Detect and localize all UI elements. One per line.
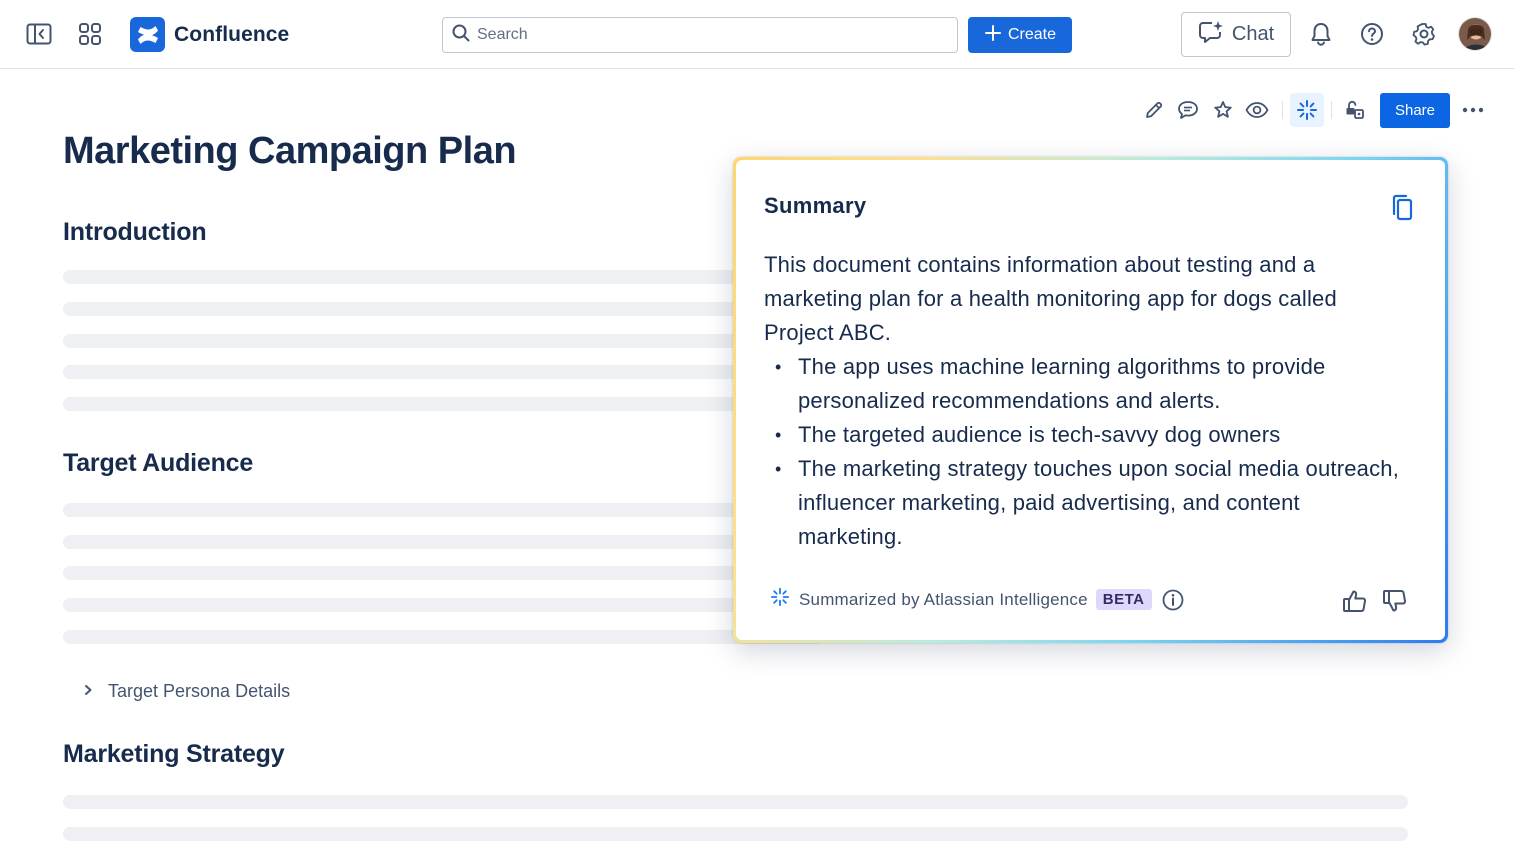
sidebar-toggle-icon[interactable] (22, 17, 56, 51)
thumbs-down-icon[interactable] (1380, 586, 1410, 616)
summary-bullets: The app uses machine learning algorithms… (764, 350, 1404, 554)
summary-footer: Summarized by Atlassian Intelligence BET… (770, 587, 1184, 612)
search-icon (452, 24, 470, 47)
summary-body: This document contains information about… (764, 248, 1404, 554)
star-icon[interactable] (1206, 93, 1240, 127)
ai-sparkle-icon[interactable] (1290, 93, 1324, 127)
create-button-label: Create (1007, 26, 1057, 43)
search-box[interactable] (442, 17, 958, 53)
expand-label: Target Persona Details (108, 681, 291, 701)
thumbs-up-icon[interactable] (1340, 586, 1370, 616)
plus-icon (984, 24, 1002, 47)
summary-bullet: The targeted audience is tech-savvy dog … (764, 418, 1404, 452)
confluence-logo-icon (130, 17, 165, 52)
restrictions-icon[interactable] (1338, 93, 1372, 127)
create-button[interactable]: Create (968, 17, 1072, 53)
beta-badge: BETA (1095, 589, 1152, 610)
copy-icon[interactable] (1387, 192, 1417, 224)
content-placeholder-line (63, 598, 823, 612)
pencil-icon[interactable] (1137, 93, 1171, 127)
share-button[interactable]: Share (1380, 93, 1450, 128)
toolbar-divider (1282, 101, 1283, 119)
summary-bullet: The app uses machine learning algorithms… (764, 350, 1404, 418)
content-placeholder-line (63, 365, 823, 379)
app-switcher-icon[interactable] (73, 17, 107, 51)
section-heading-marketing-strategy: Marketing Strategy (63, 740, 285, 768)
bell-icon[interactable] (1304, 17, 1338, 51)
content-placeholder-line (63, 630, 823, 644)
chat-sparkle-icon (1198, 20, 1224, 50)
summary-card: Summary This document contains informati… (733, 157, 1448, 643)
content-placeholder-line (63, 795, 1408, 809)
content-placeholder-line (63, 827, 1408, 841)
content-placeholder-line (63, 566, 823, 580)
toolbar-divider (1331, 101, 1332, 119)
content-placeholder-line (63, 503, 823, 517)
section-heading-introduction: Introduction (63, 218, 207, 246)
eye-icon[interactable] (1240, 93, 1274, 127)
content-placeholder-line (63, 334, 823, 348)
top-navigation: Confluence Create Chat (0, 0, 1514, 69)
content-placeholder-line (63, 535, 823, 549)
summary-bullet: The marketing strategy touches upon soci… (764, 452, 1404, 554)
summary-attribution: Summarized by Atlassian Intelligence (799, 589, 1088, 609)
info-icon[interactable] (1162, 589, 1184, 611)
app-name: Confluence (174, 22, 290, 46)
content-placeholder-line (63, 302, 823, 316)
comment-icon[interactable] (1171, 93, 1205, 127)
search-input[interactable] (477, 26, 937, 44)
page-title: Marketing Campaign Plan (63, 130, 517, 172)
ai-sparkle-icon (770, 587, 790, 612)
summary-intro: This document contains information about… (764, 252, 1337, 345)
chat-button[interactable]: Chat (1181, 12, 1291, 57)
more-icon[interactable] (1456, 93, 1490, 127)
content-placeholder-line (63, 270, 823, 284)
chevron-right-icon (82, 681, 94, 702)
summary-title: Summary (764, 193, 867, 218)
avatar[interactable] (1458, 17, 1492, 51)
expand-target-persona-details[interactable]: Target Persona Details (82, 681, 290, 702)
section-heading-target-audience: Target Audience (63, 449, 254, 477)
content-placeholder-line (63, 397, 823, 411)
gear-icon[interactable] (1407, 17, 1441, 51)
confluence-logo[interactable]: Confluence (130, 17, 289, 52)
chat-button-label: Chat (1231, 23, 1275, 45)
help-icon[interactable] (1355, 17, 1389, 51)
